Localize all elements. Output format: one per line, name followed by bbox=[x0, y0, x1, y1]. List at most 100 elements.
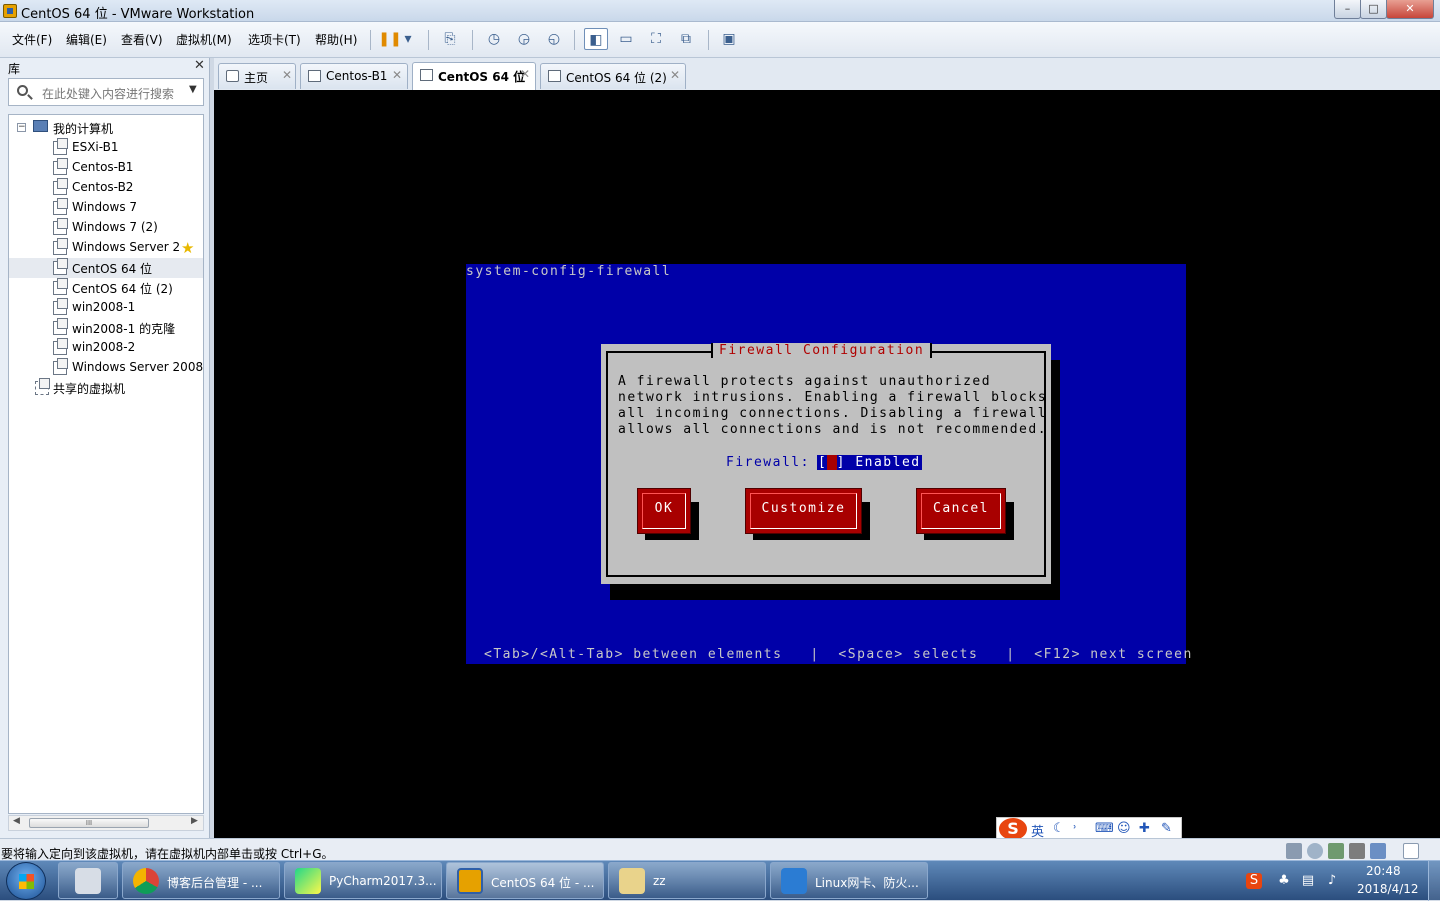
tree-item-windows-server-2008[interactable]: Windows Server 2008 bbox=[9, 358, 203, 378]
unity-button[interactable]: ⧉ bbox=[674, 28, 698, 50]
vm-console[interactable]: system-config-firewall Firewall Configur… bbox=[214, 90, 1440, 841]
tree-item-centos-b1[interactable]: Centos-B1 bbox=[9, 158, 203, 178]
tree-item-label: Windows 7 (2) bbox=[72, 220, 158, 234]
punctuation-icon[interactable]: ˒ bbox=[1073, 821, 1077, 836]
scroll-left-icon[interactable]: ◀ bbox=[13, 816, 20, 826]
tree-item-win2008-1-clone[interactable]: win2008-1 的克隆 bbox=[9, 318, 203, 338]
keyboard-icon[interactable]: ⌨ bbox=[1095, 821, 1114, 836]
collapse-icon[interactable]: − bbox=[17, 123, 26, 132]
clock-date[interactable]: 2018/4/12 bbox=[1357, 882, 1419, 896]
menu-edit[interactable]: 编辑(E) bbox=[66, 31, 107, 48]
thumbnail-bar-button[interactable]: ▭ bbox=[614, 28, 638, 50]
vm-tab-strip: 主页 ✕ Centos-B1 ✕ CentOS 64 位 ✕ CentOS 64… bbox=[214, 58, 1440, 90]
tree-item-windows-server-2[interactable]: Windows Server 2 ★ bbox=[9, 238, 203, 258]
network-adapter-icon[interactable] bbox=[1328, 843, 1344, 859]
close-window-button[interactable]: ✕ bbox=[1386, 0, 1434, 19]
wrench-icon[interactable]: ✎ bbox=[1161, 821, 1172, 836]
snapshot-button[interactable]: ◷ bbox=[482, 28, 506, 50]
message-icon[interactable] bbox=[1403, 843, 1419, 859]
tab-centos-64[interactable]: CentOS 64 位 ✕ bbox=[412, 62, 536, 90]
scroll-right-icon[interactable]: ▶ bbox=[191, 816, 198, 826]
console-view-button[interactable]: ▣ bbox=[717, 28, 741, 50]
sogou-tray-icon[interactable]: S bbox=[1246, 873, 1262, 889]
tab-centos-b1[interactable]: Centos-B1 ✕ bbox=[300, 63, 408, 89]
search-input-placeholder[interactable]: 在此处键入内容进行搜索 bbox=[42, 85, 174, 102]
volume-icon[interactable]: ♪ bbox=[1324, 873, 1340, 889]
show-library-button[interactable]: ◧ bbox=[584, 28, 608, 50]
tree-item-windows-7-2[interactable]: Windows 7 (2) bbox=[9, 218, 203, 238]
tree-root-my-computer[interactable]: − 我的计算机 bbox=[9, 118, 203, 138]
folder-icon bbox=[619, 868, 645, 894]
chevron-down-icon: ▾ bbox=[404, 31, 412, 47]
taskbar-item-vmware[interactable]: CentOS 64 位 - ... bbox=[446, 862, 604, 899]
pause-vm-button[interactable]: ❚❚ bbox=[378, 28, 402, 50]
full-screen-button[interactable]: ⛶ bbox=[644, 28, 668, 50]
tree-item-win2008-1[interactable]: win2008-1 bbox=[9, 298, 203, 318]
hard-disk-icon[interactable] bbox=[1286, 843, 1302, 859]
customize-button[interactable]: Customize bbox=[745, 488, 870, 540]
menu-tabs[interactable]: 选项卡(T) bbox=[248, 31, 301, 48]
revert-snapshot-button[interactable]: ◶ bbox=[512, 28, 536, 50]
close-tab-icon[interactable]: ✕ bbox=[520, 67, 530, 81]
power-dropdown-button[interactable]: ▾ bbox=[400, 28, 416, 50]
tab-centos-64-2[interactable]: CentOS 64 位 (2) ✕ bbox=[540, 63, 686, 89]
sound-card-icon[interactable] bbox=[1370, 843, 1386, 859]
library-horizontal-scrollbar[interactable]: ◀ III ▶ bbox=[8, 815, 204, 831]
skin-icon[interactable]: ✚ bbox=[1139, 821, 1150, 836]
cancel-button[interactable]: Cancel bbox=[916, 488, 1014, 540]
user-icon[interactable]: ☺ bbox=[1117, 821, 1131, 836]
clock-time[interactable]: 20:48 bbox=[1366, 864, 1401, 878]
firewall-enabled-checkbox[interactable]: [*] Enabled bbox=[817, 455, 922, 470]
taskbar-pinned-app[interactable] bbox=[58, 862, 118, 899]
cd-rom-icon[interactable] bbox=[1307, 843, 1323, 859]
tree-item-win2008-2[interactable]: win2008-2 bbox=[9, 338, 203, 358]
tree-item-centos-64-2[interactable]: CentOS 64 位 (2) bbox=[9, 278, 203, 298]
sogou-logo-icon[interactable]: S bbox=[999, 818, 1027, 840]
close-library-button[interactable]: ✕ bbox=[194, 58, 205, 73]
tree-item-esxi-b1[interactable]: ESXi-B1 bbox=[9, 138, 203, 158]
tree-item-centos-64[interactable]: CentOS 64 位 bbox=[9, 258, 203, 278]
close-tab-icon[interactable]: ✕ bbox=[282, 68, 292, 82]
tree-item-shared-vms[interactable]: 共享的虚拟机 bbox=[9, 378, 203, 398]
menu-bar: 文件(F) 编辑(E) 查看(V) 虚拟机(M) 选项卡(T) 帮助(H) ❚❚… bbox=[0, 22, 1440, 58]
send-ctrl-alt-del-button[interactable]: ⎘ bbox=[438, 28, 462, 50]
button-label: Cancel bbox=[933, 501, 989, 516]
library-search-box[interactable]: 在此处键入内容进行搜索 ▼ bbox=[8, 78, 204, 106]
chevron-down-icon[interactable]: ▼ bbox=[189, 84, 197, 95]
menu-view[interactable]: 查看(V) bbox=[121, 31, 163, 48]
taskbar-item-label: PyCharm2017.3... bbox=[329, 874, 437, 888]
close-tab-icon[interactable]: ✕ bbox=[392, 68, 402, 82]
scrollbar-thumb[interactable]: III bbox=[29, 818, 149, 828]
tab-home[interactable]: 主页 ✕ bbox=[218, 63, 296, 89]
maximize-button[interactable]: □ bbox=[1360, 0, 1387, 19]
half-width-icon[interactable]: ☾ bbox=[1053, 821, 1065, 836]
vm-icon bbox=[53, 238, 68, 255]
network-tray-icon[interactable]: ▤ bbox=[1300, 873, 1316, 889]
checkbox-label: Enabled bbox=[855, 455, 921, 470]
minimize-button[interactable]: – bbox=[1334, 0, 1361, 19]
tree-item-label: Windows Server 2 bbox=[72, 240, 181, 254]
start-button[interactable] bbox=[6, 862, 46, 900]
printer-icon[interactable] bbox=[1349, 843, 1365, 859]
revert-snapshot-icon: ◶ bbox=[517, 31, 531, 47]
tree-item-windows-7[interactable]: Windows 7 bbox=[9, 198, 203, 218]
taskbar-item-pycharm[interactable]: PyCharm2017.3... bbox=[284, 862, 442, 899]
tray-app-icon[interactable]: ♣ bbox=[1276, 873, 1292, 889]
menu-file[interactable]: 文件(F) bbox=[12, 31, 52, 48]
tree-item-label: win2008-1 的克隆 bbox=[72, 322, 176, 336]
vm-icon bbox=[53, 158, 68, 175]
snapshot-manager-button[interactable]: ◵ bbox=[542, 28, 566, 50]
checkbox-close-bracket: ] bbox=[836, 455, 846, 470]
show-desktop-button[interactable] bbox=[1428, 861, 1440, 901]
menu-help[interactable]: 帮助(H) bbox=[315, 31, 357, 48]
taskbar-item-word[interactable]: Linux网卡、防火... bbox=[770, 862, 928, 899]
close-tab-icon[interactable]: ✕ bbox=[670, 68, 680, 82]
taskbar-item-folder[interactable]: zz bbox=[608, 862, 766, 899]
menu-vm[interactable]: 虚拟机(M) bbox=[176, 31, 232, 48]
windows-taskbar: 博客后台管理 - ... PyCharm2017.3... CentOS 64 … bbox=[0, 860, 1440, 901]
console-view-icon: ▣ bbox=[722, 31, 736, 47]
tree-item-centos-b2[interactable]: Centos-B2 bbox=[9, 178, 203, 198]
taskbar-item-chrome[interactable]: 博客后台管理 - ... bbox=[122, 862, 280, 899]
ok-button[interactable]: OK bbox=[637, 488, 699, 540]
firewall-dialog: Firewall Configuration A firewall protec… bbox=[601, 343, 1051, 584]
